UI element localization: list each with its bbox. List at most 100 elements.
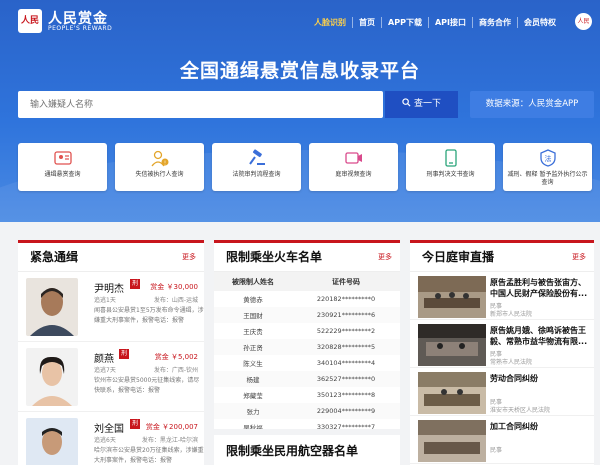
wanted-more-link[interactable]: 更多 — [182, 252, 196, 262]
courtroom-thumbnail[interactable] — [418, 420, 486, 462]
reward-amount: 赏金 ￥5,002 — [154, 353, 198, 361]
column-header-name: 被限制人姓名 — [214, 272, 292, 291]
card-court-process-query[interactable]: 法院审判流程查询 — [212, 143, 301, 191]
hero-banner: 人民 人民赏金 PEOPLE'S REWARD 人脸识别 首页 APP下载 AP… — [0, 0, 600, 222]
court-live-item[interactable]: 劳动合同纠纷 民事 淮安市天桥区人民法院 — [410, 368, 594, 416]
id-number: 220182*********0 — [316, 295, 376, 303]
logo-mark[interactable]: 人民 — [18, 9, 42, 33]
flight-panel-title: 限制乘坐民用航空器名单 — [226, 444, 359, 458]
case-title[interactable]: 劳动合同纠纷 — [490, 373, 590, 397]
table-row[interactable]: 陈义生 340104*********4 — [214, 355, 400, 371]
search-icon — [402, 98, 411, 107]
nav-business[interactable]: 商务合作 — [472, 17, 517, 28]
nav-face-recognition[interactable]: 人脸识别 — [308, 17, 352, 28]
wanted-panel: 紧急通缉 更多 尹明杰 刑 赏金 ￥30,000 追逃1天 发布：山西-运城 闻… — [18, 240, 204, 465]
search-button-label: 查一下 — [413, 99, 441, 109]
id-card-icon — [53, 151, 72, 165]
train-panel-header: 限制乘坐火车名单 更多 — [214, 240, 400, 272]
wanted-panel-title: 紧急通缉 — [30, 250, 79, 264]
restricted-name: 郑藏莹 — [243, 392, 263, 400]
case-title[interactable]: 原告姚月娥、徐鸣诉被告王毅、常熟市益华物流有限... — [490, 325, 590, 349]
table-row[interactable]: 王国财 230921*********6 — [214, 307, 400, 323]
id-number: 522229*********2 — [316, 327, 376, 335]
id-number: 230921*********6 — [291, 307, 400, 323]
court-live-item[interactable]: 原告姚月娥、徐鸣诉被告王毅、常熟市益华物流有限... 民事 常熟市人民法院 — [410, 320, 594, 368]
card-label: 法院审判流程查询 — [232, 171, 281, 178]
card-dishonest-query[interactable]: ! 失信被执行人查询 — [115, 143, 204, 191]
column-header-id: 证件号码 — [291, 272, 400, 291]
table-row[interactable]: 郑藏莹 350123*********8 — [214, 387, 400, 403]
court-name: 淮安市天桥区人民法院 — [490, 407, 551, 414]
case-title[interactable]: 加工合同纠纷 — [490, 421, 590, 445]
person-warning-icon: ! — [150, 150, 168, 167]
avatar[interactable]: 人民 — [575, 13, 592, 30]
case-title[interactable]: 原告孟胜利与被告张宙方、中国人民财产保险股份有... — [490, 277, 590, 301]
card-judgment-doc-query[interactable]: 刑事判决文书查询 — [406, 143, 495, 191]
wanted-description: 哈尔滨市公安悬赏20万征集线索，涉嫌重大刑事案件，报警电话：报警 — [94, 447, 204, 464]
svg-text:法: 法 — [544, 154, 551, 163]
court-live-item[interactable]: 加工合同纠纷 民事 — [410, 416, 594, 464]
flight-restriction-section: 限制乘坐民用航空器名单 — [214, 429, 400, 465]
nav-api[interactable]: API接口 — [427, 17, 472, 28]
svg-text:!: ! — [163, 161, 165, 167]
court-live-item[interactable]: 原告孟胜利与被告张宙方、中国人民财产保险股份有... 民事 新郑市人民法院 — [410, 272, 594, 320]
nav-member[interactable]: 会员特权 — [517, 17, 562, 28]
wanted-duration: 追逃1天 — [94, 297, 116, 304]
document-icon — [444, 149, 457, 167]
card-wanted-query[interactable]: 通缉悬赏查询 — [18, 143, 107, 191]
card-sentence-reduction-query[interactable]: 法 减刑、假释 暂予监外执行公示查询 — [503, 143, 592, 191]
suspect-photo[interactable] — [26, 418, 78, 465]
criminal-tag: 刑 — [130, 279, 140, 289]
search-input[interactable] — [18, 91, 383, 118]
suspect-name[interactable]: 尹明杰 — [94, 280, 124, 295]
table-row[interactable]: 张力 229004*********9 — [214, 403, 400, 419]
quick-query-cards: 通缉悬赏查询 ! 失信被执行人查询 法院审判流程查询 庭审视频查询 刑事判决文书… — [18, 143, 594, 191]
restricted-name: 王国财 — [214, 307, 292, 323]
panel-accent-bar — [18, 240, 204, 243]
criminal-tag: 刑 — [130, 419, 140, 429]
panel-accent-bar — [410, 240, 594, 243]
restricted-name: 陈义生 — [243, 360, 263, 368]
nav-home[interactable]: 首页 — [352, 17, 381, 28]
wanted-duration: 追逃7天 — [94, 367, 116, 374]
wanted-item[interactable]: 刘全国 刑 赏金 ￥200,007 追逃6天 发布：黑龙江-哈尔滨 哈尔滨市公安… — [18, 412, 204, 465]
table-row[interactable]: 黄德赤 220182*********0 — [214, 291, 400, 307]
court-name: 新郑市人民法院 — [490, 311, 533, 318]
courtroom-thumbnail[interactable] — [418, 372, 486, 414]
court-panel-title: 今日庭审直播 — [422, 250, 495, 264]
table-row[interactable]: 王庆贵 522229*********2 — [214, 323, 400, 339]
court-live-panel: 今日庭审直播 更多 原告孟胜利与被告张宙方、中国人民财产保险股份有... 民事 … — [410, 240, 594, 465]
nav-app-download[interactable]: APP下载 — [381, 17, 428, 28]
id-number: 340104*********4 — [316, 359, 376, 367]
id-number: 320828*********5 — [291, 339, 400, 355]
courtroom-thumbnail[interactable] — [418, 276, 486, 318]
search-button[interactable]: 查一下 — [385, 91, 458, 118]
shield-law-icon: 法 — [539, 149, 556, 167]
train-panel-title: 限制乘坐火车名单 — [226, 250, 323, 264]
top-nav: 人脸识别 首页 APP下载 API接口 商务合作 会员特权 — [308, 17, 562, 28]
wanted-panel-header: 紧急通缉 更多 — [18, 240, 204, 272]
wanted-item[interactable]: 尹明杰 刑 赏金 ￥30,000 追逃1天 发布：山西-运城 闻喜县公安悬赏1至… — [18, 272, 204, 342]
card-trial-video-query[interactable]: 庭审视频查询 — [309, 143, 398, 191]
id-number: 350123*********8 — [316, 391, 376, 399]
top-bar: 人民 人民赏金 PEOPLE'S REWARD 人脸识别 首页 APP下载 AP… — [0, 0, 600, 42]
wanted-item[interactable]: 颜燕 刑 赏金 ￥5,002 追逃7天 发布：广西-钦州 钦州市公安悬赏5000… — [18, 342, 204, 412]
publish-location: 发布：广西-钦州 — [153, 367, 198, 374]
suspect-name[interactable]: 刘全国 — [94, 420, 124, 435]
train-more-link[interactable]: 更多 — [378, 252, 392, 262]
suspect-photo[interactable] — [26, 348, 78, 406]
card-label: 失信被执行人查询 — [135, 171, 184, 178]
court-more-link[interactable]: 更多 — [572, 252, 586, 262]
suspect-name[interactable]: 颜燕 — [94, 350, 114, 365]
courtroom-thumbnail[interactable] — [418, 324, 486, 366]
card-label: 庭审视频查询 — [335, 171, 372, 178]
data-source-label[interactable]: 数据来源：人民赏金APP — [470, 91, 594, 118]
video-icon — [344, 152, 362, 164]
publish-location: 发布：黑龙江-哈尔滨 — [141, 437, 198, 444]
suspect-photo[interactable] — [26, 278, 78, 336]
id-number: 362527*********0 — [291, 371, 400, 387]
table-row[interactable]: 孙正贤 320828*********5 — [214, 339, 400, 355]
restricted-name: 张力 — [214, 403, 292, 419]
publish-location: 发布：山西-运城 — [153, 297, 198, 304]
table-row[interactable]: 杨建 362527*********0 — [214, 371, 400, 387]
